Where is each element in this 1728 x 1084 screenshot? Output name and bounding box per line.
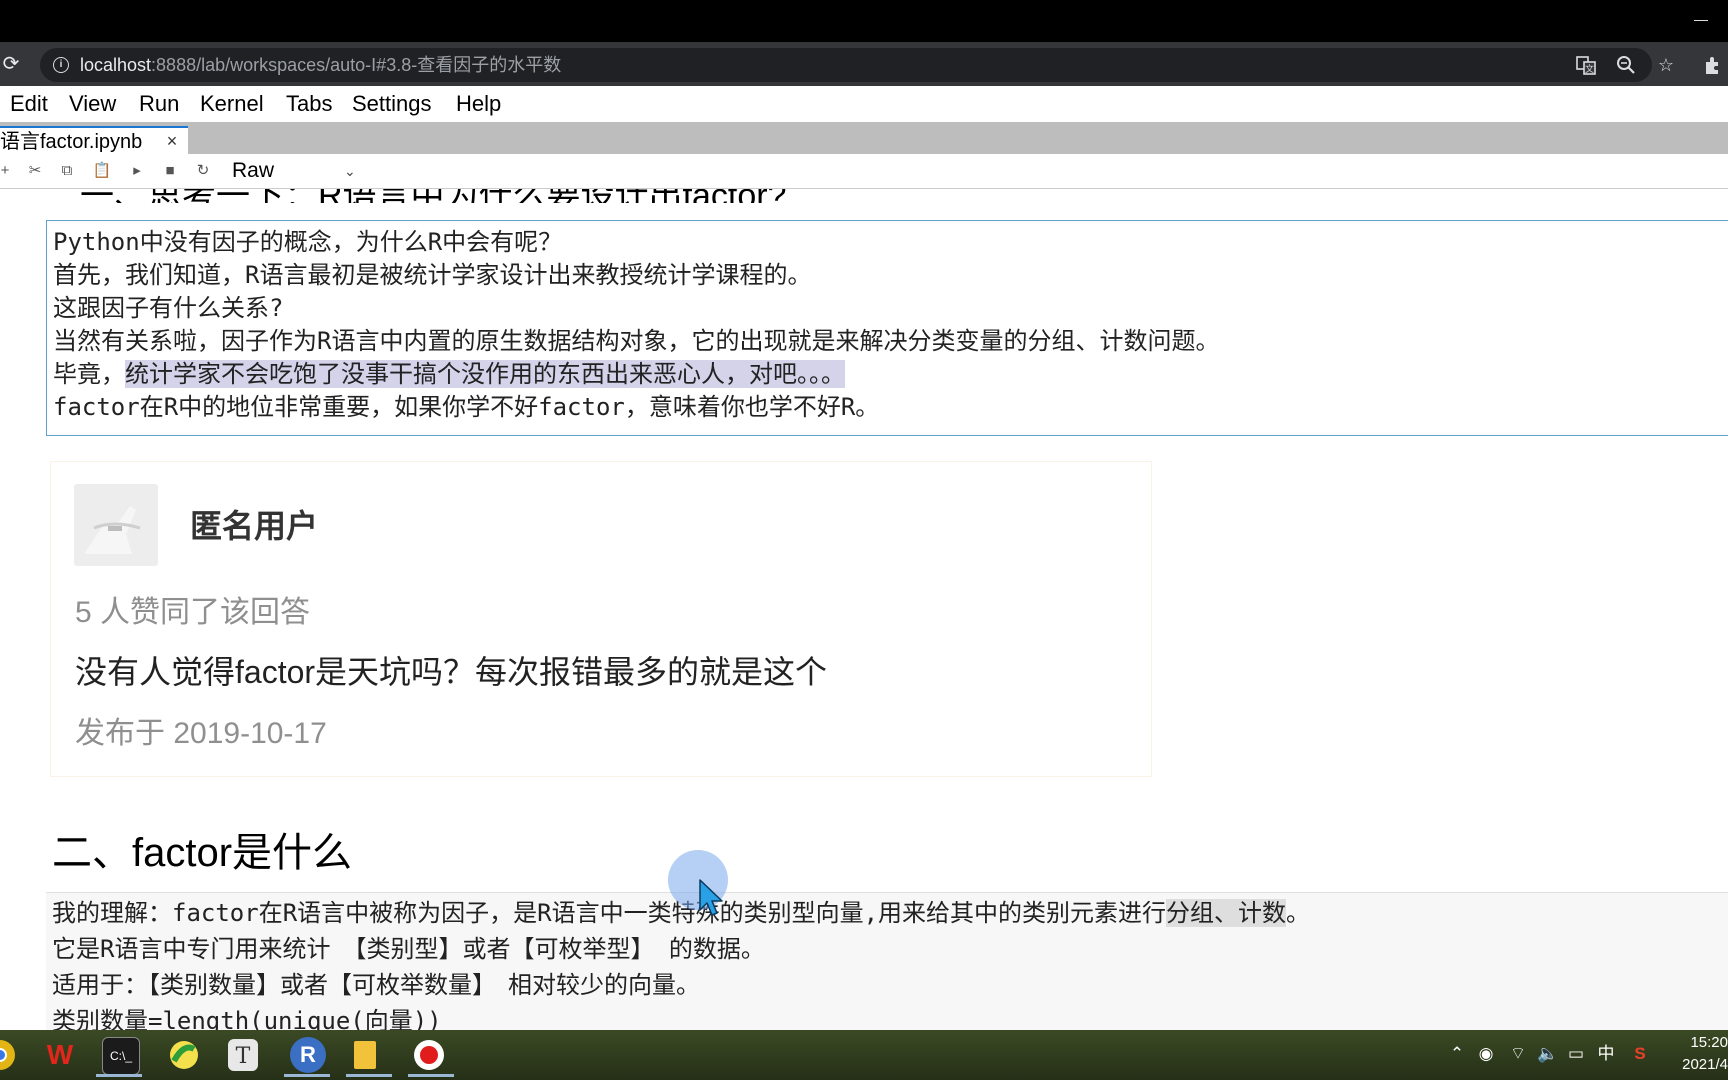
extensions-icon[interactable] [1702, 53, 1726, 77]
cell-line: 适用于：【类别数量】或者【可枚举数量】 相对较少的向量。 [52, 971, 700, 999]
active-app-indicator [284, 1074, 330, 1077]
answer-text: 没有人觉得factor是天坑吗？每次报错最多的就是这个 [75, 654, 828, 690]
highlight-text: 分组、计数 [1166, 899, 1287, 927]
cell-line: 它是R语言中专门用来统计 【类别型】或者【可枚举型】 的数据。 [52, 935, 765, 963]
notebook-tab-label[interactable]: 语言factor.ipynb [0, 128, 158, 156]
run-icon[interactable]: ▸ [124, 158, 150, 184]
app-green-icon[interactable] [166, 1037, 202, 1073]
url-host: localhost [80, 55, 152, 75]
cut-icon[interactable]: ✂ [22, 158, 48, 184]
tray-record-icon[interactable]: ◉ [1474, 1042, 1498, 1066]
wifi-icon[interactable]: ⌔ [1506, 1042, 1530, 1066]
chrome-icon[interactable] [0, 1037, 18, 1073]
info-icon[interactable]: i [53, 57, 69, 73]
menu-view[interactable]: View [69, 86, 116, 122]
restart-icon[interactable]: ↻ [190, 158, 216, 184]
cell-line: factor在R中的地位非常重要，如果你学不好factor，意味着你也学不好R。 [53, 393, 880, 421]
paste-icon[interactable]: 📋 [89, 158, 115, 184]
battery-icon[interactable]: ▭ [1564, 1042, 1588, 1066]
tray-chevron-up-icon[interactable]: ⌃ [1446, 1042, 1468, 1066]
volume-icon[interactable]: 🔈 [1536, 1042, 1560, 1066]
mouse-cursor-icon [698, 878, 728, 922]
folder-icon[interactable] [354, 1041, 376, 1069]
active-app-indicator [96, 1074, 142, 1077]
clock-date: 2021/4 [1682, 1056, 1728, 1073]
username: 匿名用户 [190, 508, 319, 544]
clock[interactable]: 15:20 2021/4 [1668, 1032, 1728, 1078]
input-method-icon[interactable]: 中 [1594, 1042, 1618, 1066]
section-heading-1: 一、思考一下：R语言中为什么要设计出factor? [80, 189, 787, 203]
publish-date: 发布于 2019-10-17 [75, 717, 327, 750]
clock-time: 15:20 [1690, 1034, 1728, 1051]
star-icon[interactable]: ☆ [1654, 53, 1678, 77]
cell-line: 毕竟，统计学家不会吃饱了没事干搞个没作用的东西出来恶心人，对吧。。。 [53, 356, 845, 392]
menu-kernel[interactable]: Kernel [200, 86, 264, 122]
svg-text:文: 文 [1585, 63, 1594, 75]
minimize-button[interactable] [1686, 8, 1716, 34]
add-icon[interactable]: + [0, 158, 18, 184]
reload-icon[interactable]: ⟳ [0, 53, 22, 75]
notebook-panel[interactable]: 一、思考一下：R语言中为什么要设计出factor? Python中没有因子的概念… [0, 189, 1728, 1030]
zoom-icon[interactable] [1614, 53, 1638, 77]
stop-icon[interactable]: ■ [157, 158, 183, 184]
menu-run[interactable]: Run [139, 86, 179, 122]
record-icon[interactable] [414, 1040, 444, 1070]
cell-line: Python中没有因子的概念，为什么R中会有呢？ [53, 228, 563, 256]
avatar [74, 484, 158, 566]
active-app-indicator [408, 1074, 454, 1077]
menu-edit[interactable]: Edit [10, 86, 48, 122]
terminal-icon[interactable]: C:\_ [102, 1037, 140, 1075]
selected-text: 统计学家不会吃饱了没事干搞个没作用的东西出来恶心人，对吧。。。 [125, 360, 845, 388]
cell-line: 首先，我们知道，R语言最初是被统计学家设计出来教授统计学课程的。 [53, 261, 812, 289]
raw-cell-1[interactable]: Python中没有因子的概念，为什么R中会有呢？ 首先，我们知道，R语言最初是被… [46, 220, 1728, 436]
sogou-icon[interactable]: S [1628, 1042, 1652, 1066]
raw-cell-2[interactable]: 我的理解：factor在R语言中被称为因子，是R语言中一类特殊的类别型向量,用来… [46, 892, 1728, 1030]
translate-icon[interactable]: 文 [1574, 53, 1598, 77]
cell-type-select[interactable]: Raw [232, 158, 362, 184]
cell-line: 这跟因子有什么关系? [53, 294, 284, 322]
likes-count: 5 人赞同了该回答 [75, 596, 311, 629]
menu-help[interactable]: Help [456, 86, 501, 122]
copy-icon[interactable]: ⧉ [54, 158, 80, 184]
url-text[interactable]: localhost:8888/lab/workspaces/auto-I#3.8… [80, 53, 561, 77]
cell-text: 。 [1286, 899, 1311, 927]
section-heading-2: 二、factor是什么 [52, 831, 353, 875]
typora-icon[interactable]: T [228, 1039, 258, 1071]
close-icon[interactable]: × [162, 130, 182, 152]
cell-text: 毕竟， [53, 360, 125, 388]
menu-tabs[interactable]: Tabs [286, 86, 332, 122]
url-path: :8888/lab/workspaces/auto-I#3.8-查看因子的水平数 [151, 55, 562, 75]
tab-bar [0, 122, 1728, 154]
window-titlebar [0, 0, 1728, 42]
active-app-indicator [346, 1074, 392, 1077]
r-icon[interactable]: R [290, 1037, 326, 1073]
cell-line: 类别数量=length(unique(向量)) [52, 1007, 442, 1030]
menu-settings[interactable]: Settings [352, 86, 432, 122]
chevron-down-icon[interactable]: ⌄ [344, 158, 362, 184]
cell-line: 当然有关系啦，因子作为R语言中内置的原生数据结构对象，它的出现就是来解决分类变量… [53, 327, 1220, 355]
taskbar [0, 1030, 1728, 1080]
cell-text: 我的理解：factor在R语言中被称为因子，是R语言中一类特殊的类别型向量,用来… [52, 899, 1167, 927]
wps-icon[interactable]: W [42, 1037, 78, 1073]
